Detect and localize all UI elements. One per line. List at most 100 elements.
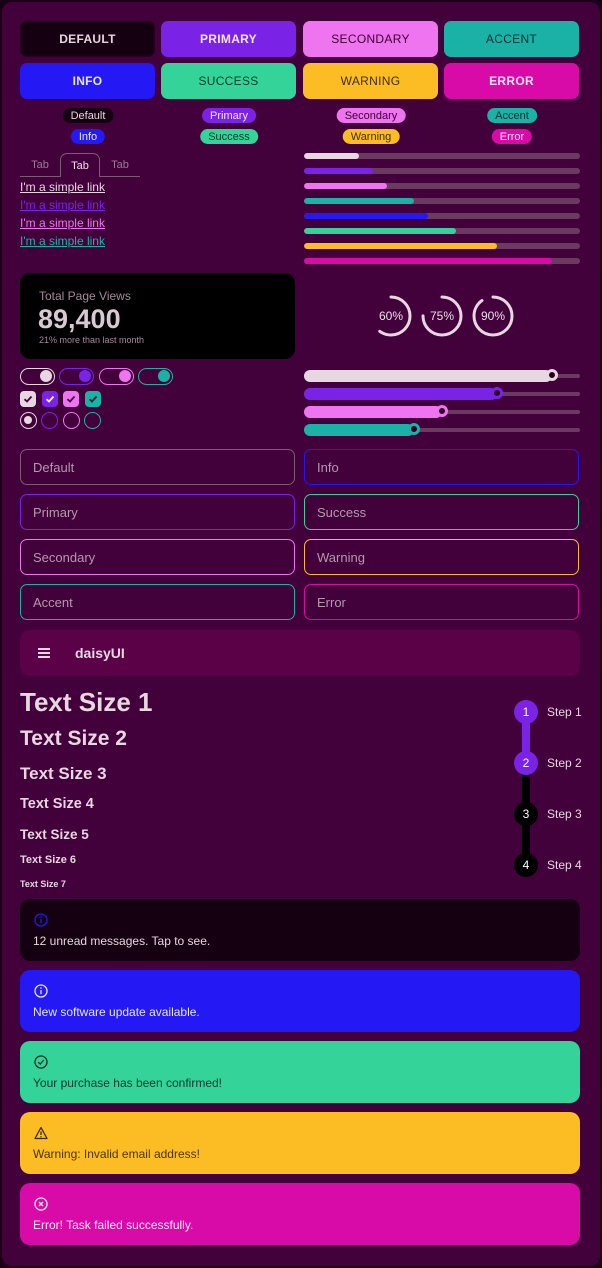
text-size-3: Text Size 3 [20,764,107,783]
alert-text: Your purchase has been confirmed! [33,1076,223,1090]
toggle-default[interactable] [20,368,55,385]
step-2-marker[interactable]: 2 [514,751,538,775]
check-circle-icon [34,1055,48,1069]
progress-success [304,228,580,234]
badge-accent: Accent [487,108,537,123]
progress-accent [304,198,580,204]
check-icon [23,395,33,403]
badge-secondary: Secondary [336,108,406,123]
step-3-label: Step 3 [547,807,582,821]
navbar: daisyUI [20,630,580,676]
text-size-4: Text Size 4 [20,796,94,812]
input-default[interactable]: Default [20,449,295,485]
radio-accent[interactable] [84,412,101,429]
text-size-6: Text Size 6 [20,854,77,866]
checkbox-accent[interactable] [85,391,101,407]
text-size-2: Text Size 2 [20,727,127,750]
range-accent[interactable] [304,423,580,436]
progress-secondary [304,183,580,189]
checkbox-secondary[interactable] [63,391,79,407]
error-button[interactable]: ERROR [444,63,579,99]
accent-button[interactable]: ACCENT [444,21,579,57]
text-size-5: Text Size 5 [20,827,89,842]
radial-progress-75: 75% [421,295,463,337]
badge-info: Info [70,129,106,144]
warning-icon [34,1126,48,1140]
alert-text: 12 unread messages. Tap to see. [33,934,211,948]
badge-primary: Primary [202,108,256,123]
link-secondary[interactable]: I'm a simple link [20,216,105,230]
radio-primary[interactable] [41,412,58,429]
progress-default [304,153,580,159]
toggle-accent[interactable] [138,368,173,385]
range-secondary[interactable] [304,405,580,418]
info-button[interactable]: INFO [20,63,155,99]
step-4-label: Step 4 [547,858,582,872]
tab-3[interactable]: Tab [100,153,140,177]
badge-default: Default [62,108,114,123]
stat-value: 89,400 [38,304,121,334]
input-info[interactable]: Info [304,449,579,485]
alert-text: New software update available. [33,1005,200,1019]
check-icon [45,395,55,403]
input-primary[interactable]: Primary [20,494,295,530]
tab-1[interactable]: Tab [20,153,60,177]
radial-label: 75% [429,309,455,323]
success-button[interactable]: SUCCESS [161,63,296,99]
tab-2-active[interactable]: Tab [60,153,100,177]
toggle-secondary[interactable] [99,368,134,385]
step-3-marker[interactable]: 3 [514,802,538,826]
input-accent[interactable]: Accent [20,584,295,620]
radial-progress-60: 60% [370,295,412,337]
info-icon [34,984,48,998]
secondary-button[interactable]: SECONDARY [303,21,438,57]
step-1-label: Step 1 [547,705,582,719]
alert-default: 12 unread messages. Tap to see. [20,899,580,961]
radial-progress-90: 90% [472,295,514,337]
link-default[interactable]: I'm a simple link [20,180,105,194]
alert-warning: Warning: Invalid email address! [20,1112,580,1174]
checkbox-primary[interactable] [42,391,58,407]
toggle-primary[interactable] [59,368,94,385]
badge-warning: Warning [342,129,400,144]
primary-button[interactable]: PRIMARY [161,21,296,57]
range-primary[interactable] [304,387,580,400]
navbar-title[interactable]: daisyUI [75,645,125,661]
alert-success: Your purchase has been confirmed! [20,1041,580,1103]
input-success[interactable]: Success [304,494,579,530]
warning-button[interactable]: WARNING [303,63,438,99]
radio-secondary[interactable] [63,412,80,429]
check-icon [66,395,76,403]
alert-error: Error! Task failed successfully. [20,1183,580,1245]
checkbox-default[interactable] [20,391,36,407]
radio-default[interactable] [20,412,37,429]
badge-error: Error [491,129,533,144]
progress-info [304,213,580,219]
alert-text: Warning: Invalid email address! [33,1147,200,1161]
step-4-marker[interactable]: 4 [514,853,538,877]
text-size-7: Text Size 7 [20,879,66,889]
badge-success: Success [200,129,258,144]
stat-card: Total Page Views 89,400 21% more than la… [20,273,295,359]
alert-text: Error! Task failed successfully. [33,1218,194,1232]
stat-title: Total Page Views [39,289,131,303]
radial-label: 90% [480,309,506,323]
input-secondary[interactable]: Secondary [20,539,295,575]
input-warning[interactable]: Warning [304,539,579,575]
radial-label: 60% [378,309,404,323]
hamburger-icon[interactable] [38,647,50,659]
progress-primary [304,168,580,174]
step-1-marker[interactable]: 1 [514,700,538,724]
range-default[interactable] [304,369,580,382]
check-icon [88,395,98,403]
link-accent[interactable]: I'm a simple link [20,234,105,248]
text-size-1: Text Size 1 [20,687,153,717]
link-primary[interactable]: I'm a simple link [20,198,105,212]
input-error[interactable]: Error [304,584,579,620]
x-circle-icon [34,1197,48,1211]
alert-info: New software update available. [20,970,580,1032]
progress-error [304,258,580,264]
info-icon [34,913,48,927]
default-button[interactable]: DEFAULT [20,21,155,57]
progress-warning [304,243,580,249]
